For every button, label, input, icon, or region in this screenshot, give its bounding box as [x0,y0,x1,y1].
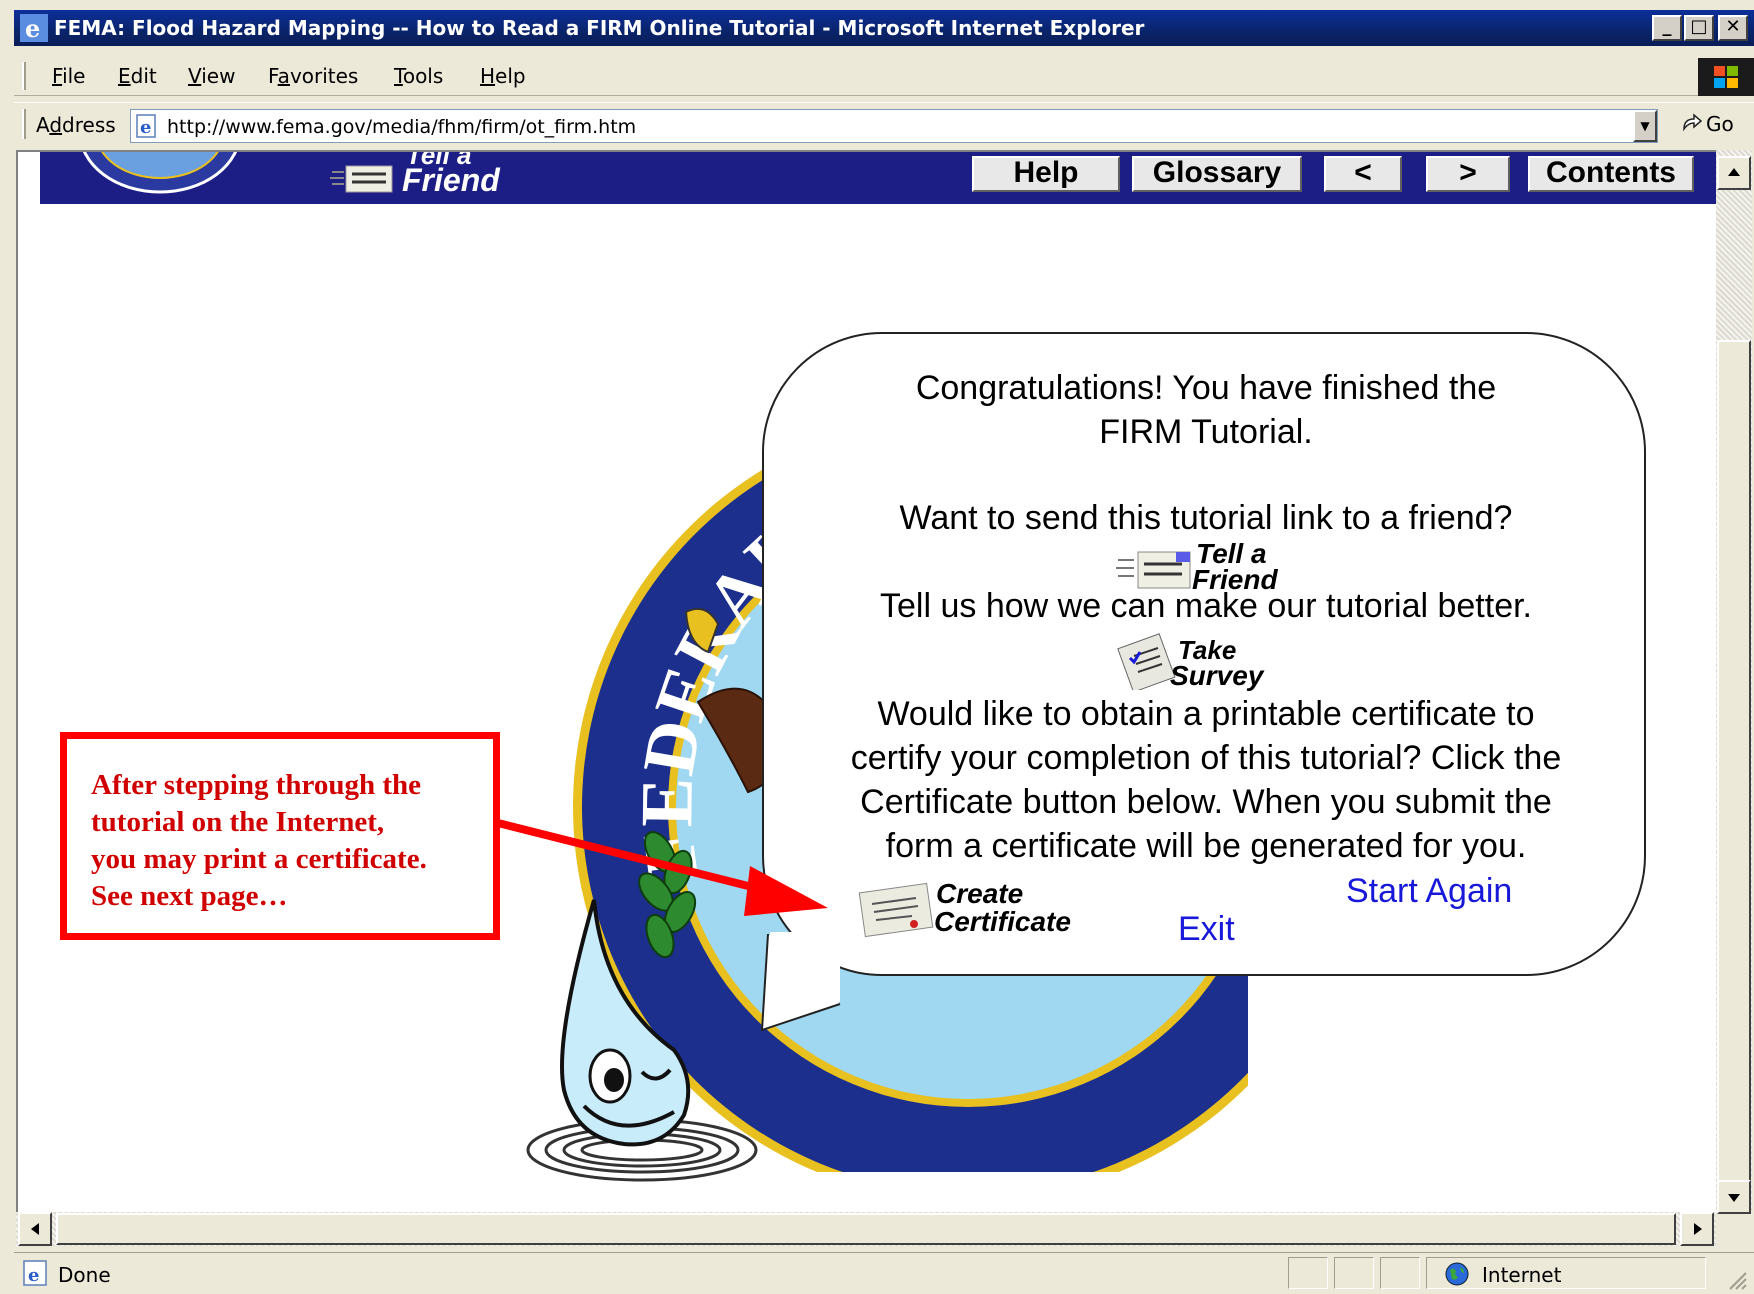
take-survey-button[interactable]: Take Survey [1116,628,1296,694]
callout-line-2: tutorial on the Internet, [91,806,385,838]
menu-tools[interactable]: Tools [394,64,443,88]
resize-grip-icon[interactable] [1724,1267,1748,1291]
address-url: http://www.fema.gov/media/fhm/firm/ot_fi… [167,116,637,138]
exit-link[interactable]: Exit [1178,910,1235,949]
windows-flag-icon [1714,66,1738,88]
certificate-text-1: Would like to obtain a printable certifi… [877,695,1535,733]
status-pane [1334,1257,1374,1289]
triangle-left-icon [31,1223,39,1235]
address-input[interactable]: e http://www.fema.gov/media/fhm/firm/ot_… [130,109,1658,143]
tell-friend-nav-label: Friend [402,162,500,198]
callout-line-4: See next page… [91,880,288,912]
address-bar: Address e http://www.fema.gov/media/fhm/… [14,102,1754,146]
create-certificate-label-2: Certificate [934,906,1071,937]
go-button[interactable]: Go [1678,109,1748,141]
tell-friend-nav-button[interactable]: Tell a Friend [330,152,530,202]
horizontal-scrollbar[interactable] [16,1212,1716,1246]
menu-help[interactable]: Help [480,64,526,88]
tell-friend-icon [330,165,393,193]
toolbar-grip[interactable] [22,109,26,139]
title-bar[interactable]: e FEMA: Flood Hazard Mapping -- How to R… [14,10,1754,46]
create-certificate-button[interactable]: Create Certificate [858,876,1098,942]
triangle-up-icon [1728,168,1740,176]
svg-text:e: e [140,117,151,138]
certificate-icon [858,882,934,938]
menu-file[interactable]: File [52,64,85,88]
scroll-right-button[interactable] [1680,1212,1714,1246]
annotation-arrow [493,818,828,916]
window-title: FEMA: Flood Hazard Mapping -- How to Rea… [54,16,1145,40]
security-zone-text: Internet [1482,1263,1562,1287]
create-certificate-label-1: Create [936,878,1024,909]
congrats-line-2: FIRM Tutorial. [1099,413,1313,451]
menu-edit[interactable]: Edit [118,64,157,88]
speech-bubble-tail [760,932,841,1032]
address-label: Address [36,113,116,137]
status-bar: e Done Internet [14,1252,1754,1294]
callout-line-1: After stepping through the [91,769,422,801]
globe-icon [1445,1262,1469,1286]
status-pane [1288,1257,1328,1289]
toolbar-grip[interactable] [22,62,26,90]
scroll-down-button[interactable] [1717,1180,1751,1214]
contents-button[interactable]: Contents [1528,156,1694,192]
site-nav-bar: Tell a Friend Help Glossary < > Contents [40,152,1716,204]
congrats-line-1: Congratulations! You have finished the [915,369,1497,407]
triangle-down-icon [1728,1194,1740,1202]
address-dropdown-button[interactable]: ▼ [1633,110,1657,142]
status-pane [1380,1257,1420,1289]
help-button[interactable]: Help [972,156,1120,192]
go-arrow-icon [1683,113,1703,132]
minimize-button[interactable]: _ [1652,15,1682,41]
page-icon: e [136,114,156,138]
callout-line-3: you may print a certificate. [91,843,427,875]
menu-favorites[interactable]: Favorites [268,64,358,88]
start-again-link[interactable]: Start Again [1346,872,1512,911]
svg-text:e: e [25,14,40,42]
horizontal-scroll-thumb[interactable] [56,1213,1676,1245]
page-status-icon: e [23,1260,47,1286]
previous-button[interactable]: < [1324,156,1402,192]
maximize-button[interactable]: □ [1684,15,1714,41]
status-text: Done [58,1263,111,1287]
vertical-scroll-thumb[interactable] [1717,340,1751,1182]
page-content: Tell a Friend Help Glossary < > Contents… [16,150,1716,1212]
survey-clipboard-icon [1117,633,1176,690]
certificate-text-3: Certificate button below. When you submi… [860,783,1552,821]
close-button[interactable]: ✕ [1718,15,1748,41]
fema-seal-small-icon [82,152,238,194]
windows-logo [1698,58,1754,96]
ie-logo-icon: e [20,14,48,42]
triangle-right-icon [1694,1223,1702,1235]
speech-bubble: Congratulations! You have finished the F… [762,332,1646,976]
vertical-scrollbar[interactable] [1716,150,1752,1214]
svg-text:e: e [28,1265,39,1286]
scroll-left-button[interactable] [18,1212,52,1246]
browser-window: e FEMA: Flood Hazard Mapping -- How to R… [0,0,1754,1294]
certificate-text-2: certify your completion of this tutorial… [850,739,1562,777]
friend-prompt: Want to send this tutorial link to a fri… [899,499,1513,537]
survey-prompt: Tell us how we can make our tutorial bet… [880,587,1532,625]
menu-view[interactable]: View [188,64,235,88]
scroll-up-button[interactable] [1717,156,1751,190]
next-button[interactable]: > [1426,156,1510,192]
menu-bar: File Edit View Favorites Tools Help [14,56,1754,96]
certificate-text-4: form a certificate will be generated for… [885,827,1527,865]
take-survey-label-2: Survey [1170,660,1264,691]
annotation-callout: After stepping through the tutorial on t… [60,732,500,940]
glossary-button[interactable]: Glossary [1132,156,1302,192]
